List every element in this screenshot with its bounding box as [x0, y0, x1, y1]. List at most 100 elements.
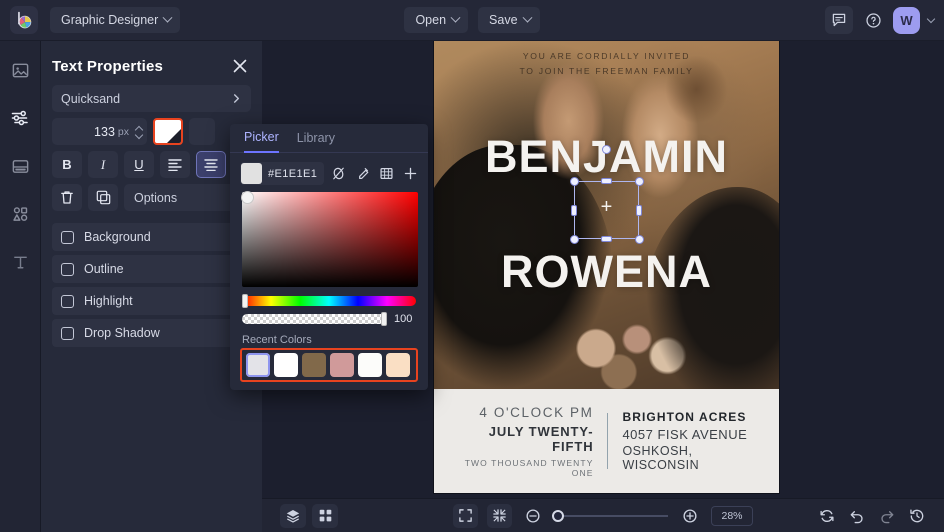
avatar-chevron-down-icon[interactable] — [927, 14, 935, 22]
help-circle-icon[interactable] — [859, 6, 887, 34]
secondary-color-field[interactable] — [189, 118, 215, 145]
selection-handle-bottom-left[interactable] — [570, 235, 579, 244]
checkbox-icon[interactable] — [61, 295, 74, 308]
selection-handle-rotate[interactable] — [602, 145, 611, 154]
save-button[interactable]: Save — [478, 7, 540, 33]
undo-button[interactable] — [844, 504, 870, 528]
current-color-swatch — [241, 163, 262, 184]
checkbox-label: Drop Shadow — [84, 326, 160, 340]
top-right-actions: W — [825, 6, 944, 34]
checkbox-label: Highlight — [84, 294, 133, 308]
duplicate-button[interactable] — [88, 184, 118, 211]
color-picker-popover: Picker Library #E1E1E1 — [230, 124, 428, 390]
eyedropper-icon[interactable] — [353, 163, 372, 184]
hue-handle[interactable] — [242, 294, 248, 308]
alpha-row: 100 — [242, 313, 416, 325]
layers-button[interactable] — [280, 504, 306, 528]
grid-view-button[interactable] — [312, 504, 338, 528]
zoom-slider-handle[interactable] — [552, 510, 564, 522]
selection-handle-bottom[interactable] — [601, 236, 612, 242]
open-button[interactable]: Open — [404, 7, 468, 33]
selection-handle-left[interactable] — [571, 205, 577, 216]
footer-date: JULY TWENTY-FIFTH — [448, 424, 593, 454]
invite-text-block[interactable]: YOU ARE CORDIALLY INVITED TO JOIN THE FR… — [434, 49, 779, 79]
close-glyph — [233, 59, 247, 73]
sidebar-item-shapes[interactable] — [7, 201, 33, 227]
checkbox-background[interactable]: Background — [52, 223, 251, 251]
zoom-in-button[interactable] — [677, 504, 702, 528]
zoom-slider[interactable] — [555, 515, 668, 517]
top-toolbar: Graphic Designer Open Save — [0, 0, 944, 41]
align-left-button[interactable] — [160, 151, 190, 178]
alpha-handle[interactable] — [381, 312, 387, 326]
italic-button[interactable]: I — [88, 151, 118, 178]
design-canvas[interactable]: YOU ARE CORDIALLY INVITED TO JOIN THE FR… — [434, 41, 779, 493]
sidebar-item-layouts[interactable] — [7, 153, 33, 179]
comment-icon[interactable] — [825, 6, 853, 34]
checkbox-drop-shadow[interactable]: Drop Shadow — [52, 319, 251, 347]
bold-button[interactable]: B — [52, 151, 82, 178]
font-size-stepper[interactable]: 133 px — [52, 118, 147, 145]
file-actions-group: Open Save — [392, 7, 552, 33]
font-size-unit: px — [118, 126, 129, 138]
history-button[interactable] — [904, 504, 930, 528]
recent-swatch-2[interactable] — [302, 353, 326, 377]
stepper-up-icon[interactable] — [136, 126, 143, 131]
tab-picker[interactable]: Picker — [244, 124, 279, 153]
selection-handle-top-left[interactable] — [570, 177, 579, 186]
panel-header: Text Properties — [52, 41, 251, 85]
no-color-icon[interactable] — [329, 163, 348, 184]
sidebar-item-images[interactable] — [7, 57, 33, 83]
close-icon[interactable] — [229, 55, 251, 77]
font-family-select[interactable]: Quicksand — [52, 85, 251, 112]
recent-swatch-3[interactable] — [330, 353, 354, 377]
redo-button[interactable] — [874, 504, 900, 528]
plus-icon[interactable] — [401, 163, 420, 184]
selection-handle-bottom-right[interactable] — [635, 235, 644, 244]
saturation-value-area[interactable] — [242, 192, 418, 287]
selection-handle-top-right[interactable] — [635, 177, 644, 186]
checkbox-outline[interactable]: Outline — [52, 255, 251, 283]
page-title: Text Properties — [52, 58, 163, 75]
fit-screen-button[interactable] — [453, 504, 478, 528]
tab-library[interactable]: Library — [297, 124, 335, 153]
checkbox-highlight[interactable]: Highlight — [52, 287, 251, 315]
checkbox-icon[interactable] — [61, 327, 74, 340]
alpha-slider[interactable] — [242, 314, 387, 324]
stepper-down-icon[interactable] — [136, 133, 143, 138]
zoom-percent-value[interactable]: 28% — [711, 506, 753, 526]
grid-icon[interactable] — [377, 163, 396, 184]
font-size-spinner[interactable] — [136, 126, 143, 138]
recent-swatch-5[interactable] — [386, 353, 410, 377]
checkbox-icon[interactable] — [61, 263, 74, 276]
align-center-button[interactable] — [196, 151, 226, 178]
selection-handle-top[interactable] — [601, 178, 612, 184]
recent-swatch-0[interactable] — [246, 353, 270, 377]
checkbox-icon[interactable] — [61, 231, 74, 244]
collapse-button[interactable] — [487, 504, 512, 528]
layers-icon — [285, 508, 301, 524]
refresh-button[interactable] — [814, 504, 840, 528]
help-glyph — [865, 12, 882, 29]
hue-slider[interactable] — [242, 296, 416, 306]
zoom-out-button[interactable] — [521, 504, 546, 528]
shapes-icon — [11, 205, 30, 224]
recent-swatch-1[interactable] — [274, 353, 298, 377]
sv-handle[interactable] — [241, 191, 254, 204]
footer-datetime-column: 4 O'CLOCK PM JULY TWENTY-FIFTH TWO THOUS… — [434, 405, 607, 478]
checkbox-label: Outline — [84, 262, 124, 276]
recent-swatch-4[interactable] — [358, 353, 382, 377]
hex-input[interactable]: #E1E1E1 — [240, 162, 324, 185]
palette-logo-icon[interactable] — [10, 6, 38, 34]
sidebar-item-adjust[interactable] — [7, 105, 33, 131]
avatar[interactable]: W — [893, 7, 920, 34]
delete-button[interactable] — [52, 184, 82, 211]
font-size-value: 133 — [94, 125, 115, 139]
invitation-footer[interactable]: 4 O'CLOCK PM JULY TWENTY-FIFTH TWO THOUS… — [434, 389, 779, 493]
selection-bounding-box[interactable] — [574, 181, 639, 239]
selection-handle-right[interactable] — [636, 205, 642, 216]
text-color-swatch-button[interactable] — [153, 118, 183, 145]
document-title-dropdown[interactable]: Graphic Designer — [50, 7, 180, 33]
sidebar-item-text[interactable] — [7, 249, 33, 275]
underline-button[interactable]: U — [124, 151, 154, 178]
